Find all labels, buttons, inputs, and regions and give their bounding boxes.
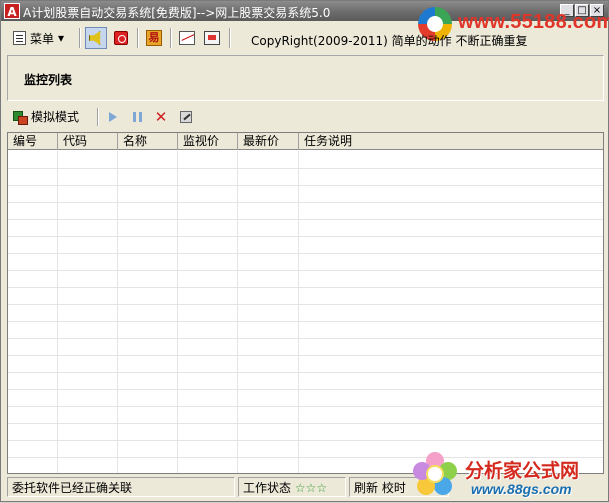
- column-header-code[interactable]: 代码: [58, 133, 118, 150]
- refresh-link[interactable]: 刷新: [354, 481, 378, 495]
- table-row-line: [8, 440, 603, 441]
- mode-icon: [13, 110, 28, 125]
- edit-icon: [180, 111, 192, 123]
- watermark-title: 分析家公式网: [465, 460, 580, 482]
- table-row-line: [8, 321, 603, 322]
- chevron-down-icon: ▾: [58, 31, 65, 45]
- play-icon: [109, 112, 117, 122]
- calibrate-time-link[interactable]: 校时: [382, 481, 406, 495]
- trade-button[interactable]: 易: [143, 27, 165, 49]
- table-row-line: [8, 406, 603, 407]
- main-window: A A计划股票自动交易系统[免费版]-->网上股票交易系统5.0 _ □ × w…: [0, 0, 609, 502]
- column-header-task-desc[interactable]: 任务说明: [299, 133, 603, 150]
- toolbar-separator: [137, 28, 139, 48]
- monitor-icon: [204, 31, 220, 45]
- flower-logo-icon: [413, 452, 457, 496]
- window-title: A计划股票自动交易系统[免费版]-->网上股票交易系统5.0: [23, 6, 331, 20]
- table-column-line: [117, 151, 118, 473]
- work-state-label: 工作状态: [243, 481, 292, 495]
- table-row-line: [8, 355, 603, 356]
- start-button[interactable]: [104, 109, 122, 125]
- main-toolbar: 菜单 ▾ 易 CopyRight(2009-2011) 简单的动作 不断正确重复: [3, 25, 606, 53]
- watermark-88gs: 分析家公式网 www.88gs.com: [407, 448, 609, 503]
- page-title: 监控列表: [24, 73, 73, 87]
- table-row-line: [8, 372, 603, 373]
- table-row-line: [8, 219, 603, 220]
- copyright-text: CopyRight(2009-2011) 简单的动作 不断正确重复: [251, 34, 528, 48]
- stop-button[interactable]: [110, 27, 132, 49]
- toolbar-separator: [170, 28, 172, 48]
- toolbar-separator: [97, 108, 99, 126]
- chart-button[interactable]: [176, 27, 198, 49]
- table-row-line: [8, 423, 603, 424]
- speaker-icon: [89, 31, 101, 45]
- column-header-name[interactable]: 名称: [118, 133, 178, 150]
- sound-toggle-button[interactable]: [85, 27, 107, 49]
- app-icon: A: [4, 3, 20, 19]
- pause-button[interactable]: [128, 109, 146, 125]
- monitor-button[interactable]: [201, 27, 223, 49]
- table-row-line: [8, 270, 603, 271]
- menu-button[interactable]: 菜单 ▾: [9, 27, 68, 49]
- table-row-line: [8, 202, 603, 203]
- simulate-mode-button[interactable]: 模拟模式: [13, 108, 79, 125]
- delete-button[interactable]: ✕: [152, 109, 170, 125]
- column-header-id[interactable]: 编号: [8, 133, 58, 150]
- column-header-latest-price[interactable]: 最新价: [238, 133, 299, 150]
- pause-icon: [132, 112, 142, 122]
- trade-icon: 易: [146, 30, 162, 46]
- line-chart-icon: [179, 31, 195, 45]
- menu-list-icon: [13, 31, 26, 45]
- table-row-line: [8, 168, 603, 169]
- work-state: 工作状态 ☆☆☆: [238, 477, 346, 497]
- delete-icon: ✕: [154, 108, 168, 126]
- column-header-watch-price[interactable]: 监视价: [178, 133, 238, 150]
- table-header: 编号 代码 名称 监视价 最新价 任务说明: [8, 133, 603, 150]
- edit-button[interactable]: [177, 109, 195, 125]
- status-message: 委托软件已经正确关联: [7, 477, 235, 497]
- table-row-line: [8, 304, 603, 305]
- table-row-line: [8, 338, 603, 339]
- table-row-line: [8, 236, 603, 237]
- table-row-line: [8, 185, 603, 186]
- table-row-line: [8, 253, 603, 254]
- watermark-url: www.88gs.com: [471, 481, 572, 497]
- stop-icon: [114, 31, 128, 45]
- table-row-line: [8, 389, 603, 390]
- table-column-line: [57, 151, 58, 473]
- list-toolbar: 模拟模式 ✕: [7, 105, 604, 129]
- panel-header: 监控列表: [7, 55, 604, 101]
- simulate-mode-label: 模拟模式: [31, 110, 80, 124]
- table-column-line: [298, 151, 299, 473]
- toolbar-separator: [229, 28, 231, 48]
- table-row-line: [8, 287, 603, 288]
- table-column-line: [177, 151, 178, 473]
- table-column-line: [237, 151, 238, 473]
- menu-label: 菜单: [30, 31, 55, 46]
- table-body: [8, 151, 603, 473]
- monitor-list-table[interactable]: 编号 代码 名称 监视价 最新价 任务说明: [7, 132, 604, 474]
- toolbar-separator: [79, 28, 81, 48]
- work-state-stars: ☆☆☆: [294, 481, 328, 495]
